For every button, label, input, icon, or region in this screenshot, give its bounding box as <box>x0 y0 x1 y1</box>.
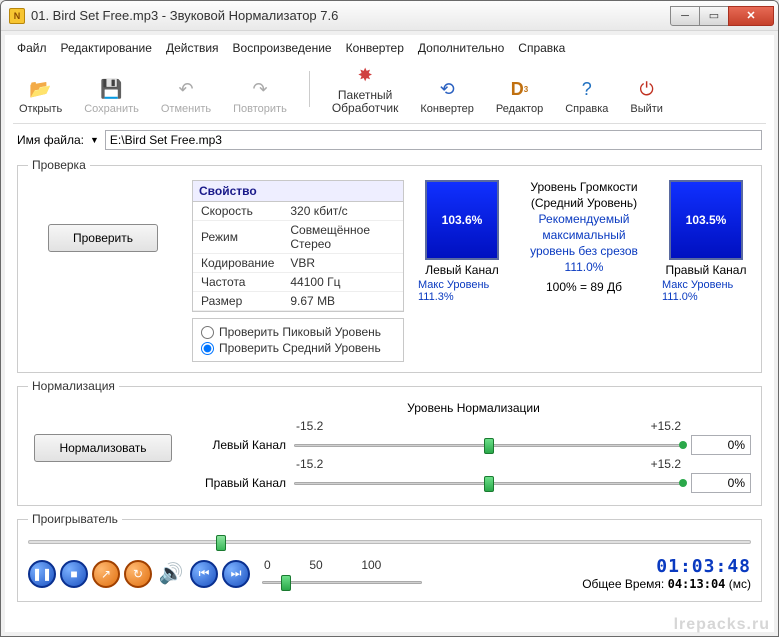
right-max-label: Макс Уровень 111.0% <box>662 279 750 303</box>
right-slider-label: Правый Канал <box>196 476 286 490</box>
batch-button[interactable]: ✸ ПакетныйОбработчик <box>332 63 399 115</box>
repeat-button[interactable]: ↻ <box>124 560 152 588</box>
toolbar-separator <box>309 71 310 107</box>
player-legend: Проигрыватель <box>28 512 122 526</box>
app-icon: N <box>9 8 25 24</box>
normalize-legend: Нормализация <box>28 379 119 393</box>
exit-icon: ⏻ <box>635 77 659 101</box>
batch-icon: ✸ <box>353 63 377 87</box>
left-slider-label: Левый Канал <box>196 438 286 452</box>
menu-actions[interactable]: Действия <box>166 41 219 55</box>
filename-row: Имя файла: ▼ E:\Bird Set Free.mp3 <box>13 124 766 156</box>
radio-peak[interactable]: Проверить Пиковый Уровень <box>201 324 395 340</box>
converter-button[interactable]: ⟲ Конвертер <box>420 77 473 115</box>
share-button[interactable]: ↗ <box>92 560 120 588</box>
stop-button[interactable]: ■ <box>60 560 88 588</box>
folder-open-icon: 📂 <box>29 77 53 101</box>
close-button[interactable]: ✕ <box>728 6 774 26</box>
check-button[interactable]: Проверить <box>48 224 158 252</box>
prev-button[interactable]: ⏮ <box>190 560 218 588</box>
redo-icon: ↷ <box>248 77 272 101</box>
volume-section: 050100 <box>262 558 422 590</box>
left-channel-label: Левый Канал <box>425 263 499 277</box>
undo-button[interactable]: ↶ Отменить <box>161 77 211 115</box>
right-value-input[interactable]: 0% <box>691 473 751 493</box>
help-icon: ? <box>575 77 599 101</box>
check-legend: Проверка <box>28 158 90 172</box>
right-meter: 103.5% <box>669 180 743 260</box>
maximize-button[interactable]: ▭ <box>699 6 729 26</box>
menu-file[interactable]: Файл <box>17 41 47 55</box>
undo-icon: ↶ <box>174 77 198 101</box>
editor-button[interactable]: D3 Редактор <box>496 77 543 115</box>
open-button[interactable]: 📂 Открыть <box>19 77 62 115</box>
right-slider[interactable] <box>294 473 683 493</box>
check-group: Проверка Проверить Свойство Скорость320 … <box>17 158 762 373</box>
volume-info: Уровень Громкости (Средний Уровень) Реко… <box>514 180 654 296</box>
menubar: Файл Редактирование Действия Воспроизвед… <box>13 39 766 59</box>
right-channel-label: Правый Канал <box>666 263 747 277</box>
check-mode-radios: Проверить Пиковый Уровень Проверить Сред… <box>192 318 404 362</box>
left-slider[interactable] <box>294 435 683 455</box>
menu-help[interactable]: Справка <box>518 41 565 55</box>
titlebar: N 01. Bird Set Free.mp3 - Звуковой Норма… <box>1 1 778 31</box>
speaker-icon: 🔊 <box>156 560 186 588</box>
filename-input[interactable]: E:\Bird Set Free.mp3 <box>105 130 762 150</box>
chevron-down-icon[interactable]: ▼ <box>90 135 99 145</box>
left-max-label: Макс Уровень 111.3% <box>418 279 506 303</box>
volume-slider[interactable] <box>262 572 422 590</box>
window-title: 01. Bird Set Free.mp3 - Звуковой Нормали… <box>31 8 671 23</box>
window: N 01. Bird Set Free.mp3 - Звуковой Норма… <box>0 0 779 637</box>
menu-edit[interactable]: Редактирование <box>61 41 152 55</box>
normalize-group: Нормализация Нормализовать Уровень Норма… <box>17 379 762 506</box>
exit-button[interactable]: ⏻ Выйти <box>630 77 663 115</box>
properties-table: Свойство Скорость320 кбит/с РежимСовмещё… <box>192 180 404 312</box>
progress-slider[interactable] <box>28 534 751 550</box>
left-value-input[interactable]: 0% <box>691 435 751 455</box>
toolbar: 📂 Открыть 💾 Сохранить ↶ Отменить ↷ Повто… <box>13 59 766 124</box>
menu-converter[interactable]: Конвертер <box>346 41 404 55</box>
help-button[interactable]: ? Справка <box>565 77 608 115</box>
minimize-button[interactable]: ─ <box>670 6 700 26</box>
pause-button[interactable]: ❚❚ <box>28 560 56 588</box>
next-button[interactable]: ⏭ <box>222 560 250 588</box>
watermark: lrepacks.ru <box>674 616 770 634</box>
save-button[interactable]: 💾 Сохранить <box>84 77 139 115</box>
player-group: Проигрыватель ❚❚ ■ ↗ ↻ 🔊 ⏮ ⏭ 050100 <box>17 512 762 602</box>
left-meter: 103.6% <box>425 180 499 260</box>
converter-icon: ⟲ <box>435 77 459 101</box>
menu-playback[interactable]: Воспроизведение <box>233 41 332 55</box>
menu-extra[interactable]: Дополнительно <box>418 41 504 55</box>
time-display: 01:03:48 Общее Время: 04:13:04 (мс) <box>582 556 751 591</box>
editor-icon: D3 <box>508 77 532 101</box>
save-icon: 💾 <box>100 77 124 101</box>
normalize-button[interactable]: Нормализовать <box>34 434 171 462</box>
redo-button[interactable]: ↷ Повторить <box>233 77 287 115</box>
filename-label: Имя файла: <box>17 133 84 147</box>
radio-avg[interactable]: Проверить Средний Уровень <box>201 340 395 356</box>
